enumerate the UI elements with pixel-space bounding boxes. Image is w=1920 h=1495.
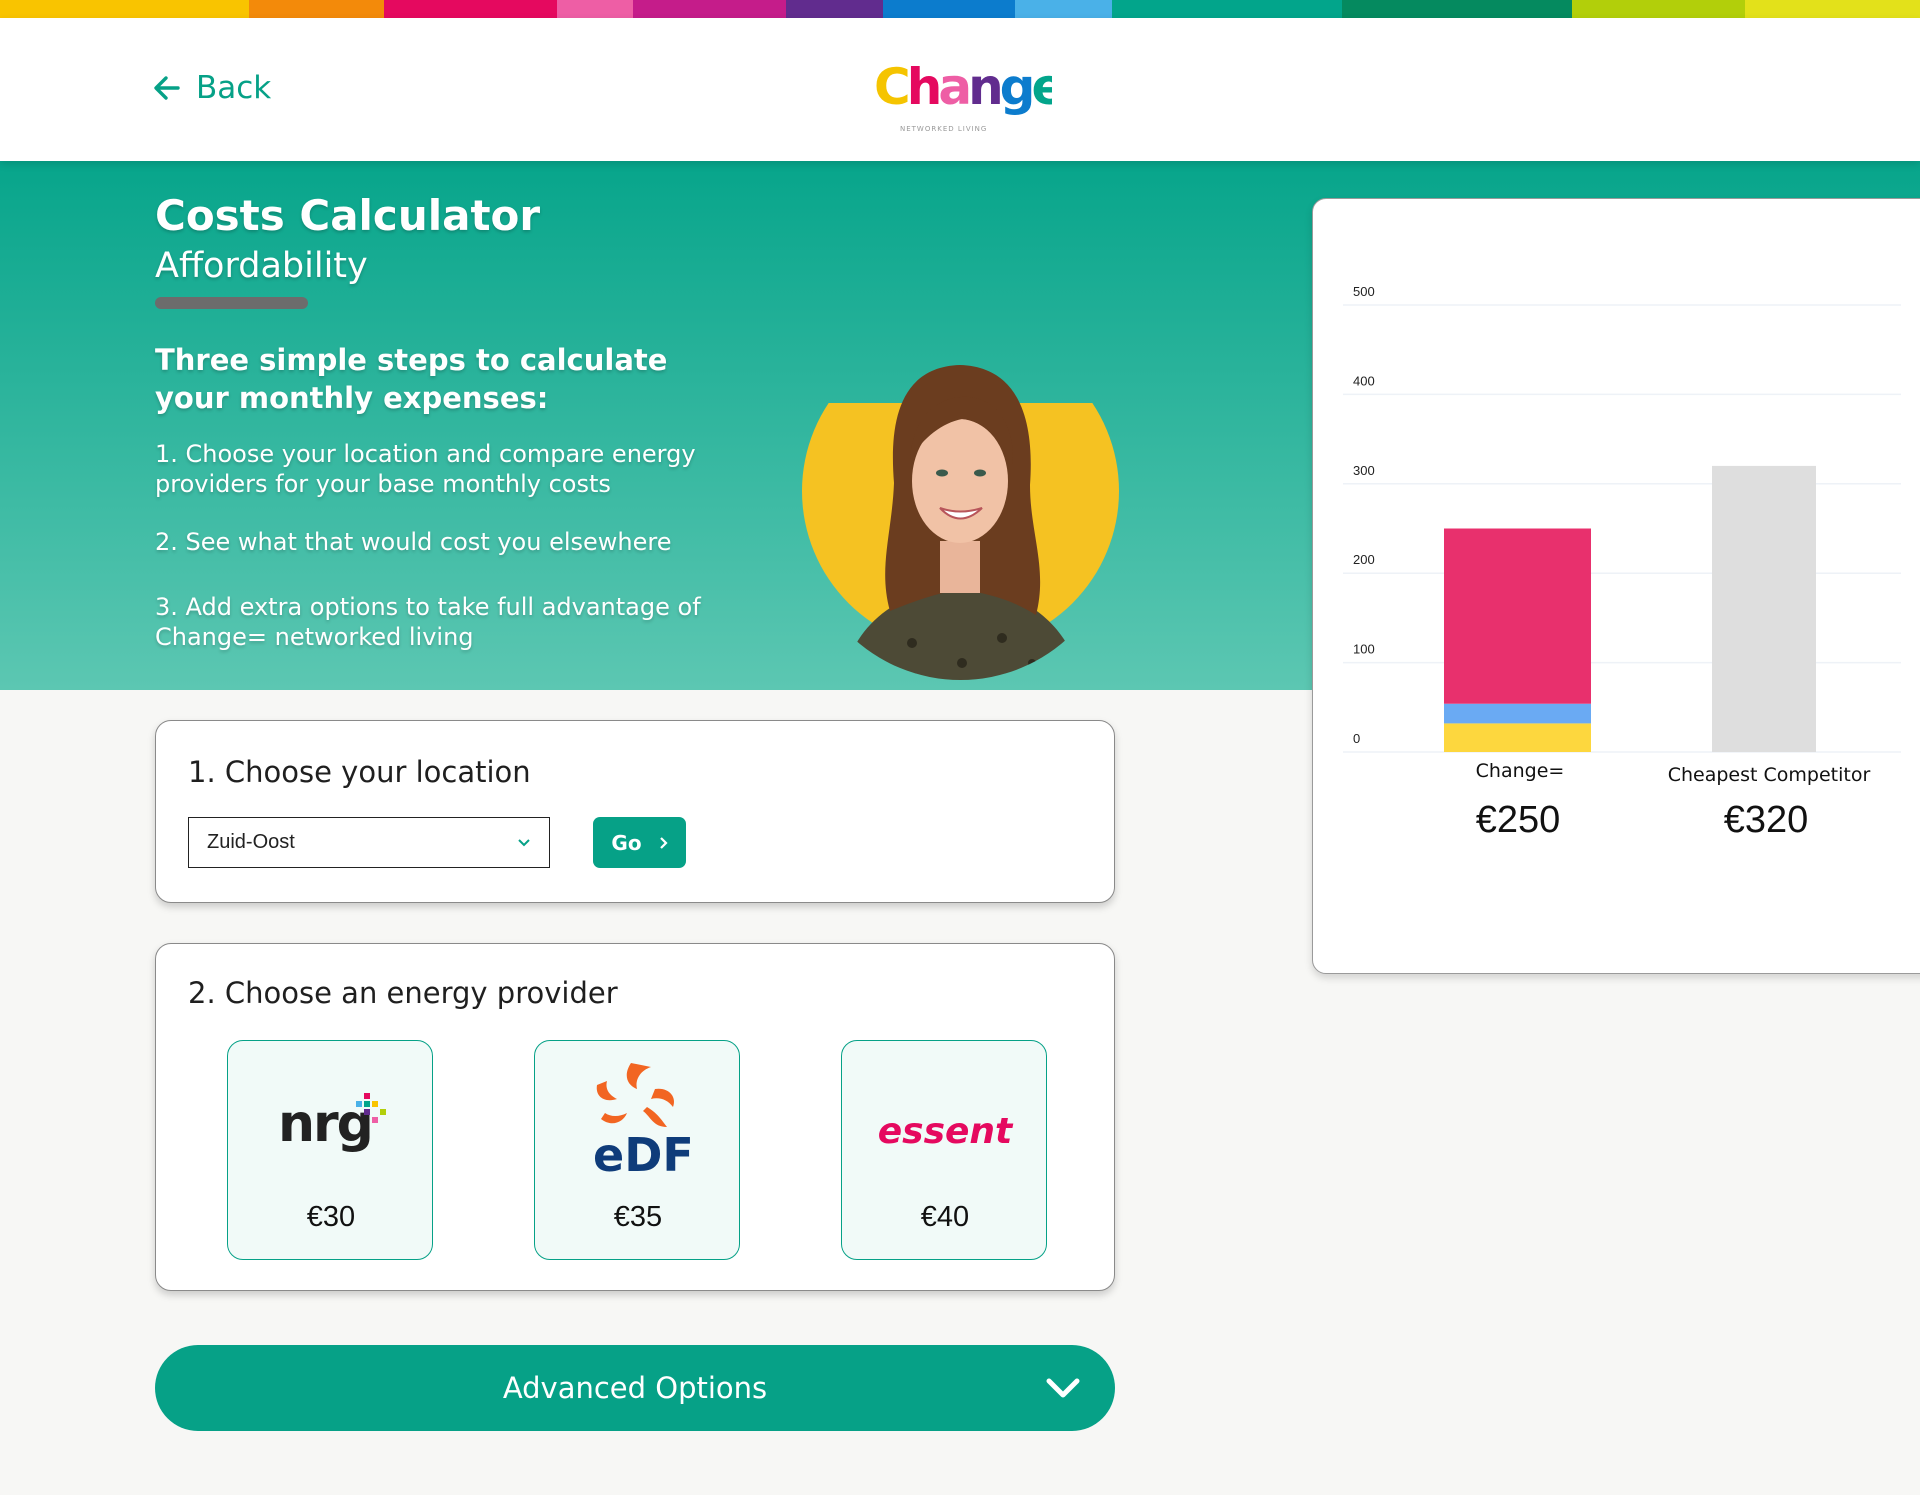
stripe-segment [383, 0, 557, 18]
provider-price: €35 [613, 1201, 663, 1233]
location-card-title: 1. Choose your location [188, 755, 531, 789]
bar-segment [1444, 528, 1591, 704]
provider-price: €40 [920, 1201, 970, 1233]
brand-color-stripe [0, 0, 1920, 18]
provider-tile-essent[interactable]: essent €40 [841, 1040, 1047, 1260]
svg-text:NETWORKED LIVING: NETWORKED LIVING [900, 125, 987, 133]
category-label-change: Change= [1475, 760, 1565, 782]
category-label-competitor: Cheapest Competitor [1667, 764, 1871, 786]
y-tick-label: 0 [1353, 731, 1360, 746]
stripe-segment [1572, 0, 1746, 18]
title-underline [155, 297, 308, 309]
provider-tile-nrg[interactable]: nrg €30 [227, 1040, 433, 1260]
y-tick-label: 300 [1353, 463, 1375, 478]
stripe-segment [1112, 0, 1343, 18]
arrow-left-icon [154, 76, 180, 100]
page-subtitle: Affordability [155, 246, 368, 286]
bar-segment [1444, 703, 1591, 724]
change-total-amount: €250 [1475, 799, 1561, 841]
stripe-segment [556, 0, 633, 18]
back-button[interactable]: Back [152, 70, 271, 106]
bar-chart: 0 100 200 300 400 500 [1343, 284, 1901, 753]
provider-price: €30 [306, 1201, 356, 1233]
stripe-segment [1342, 0, 1573, 18]
provider-card: 2. Choose an energy provider nrg €30 eDF [155, 943, 1115, 1291]
step-3-text: 3. Add extra options to take full advant… [155, 593, 701, 651]
nrg-logo: nrg [278, 1093, 386, 1154]
advisor-portrait [802, 365, 1119, 680]
stripe-segment [785, 0, 883, 18]
step-2-text: 2. See what that would cost you elsewher… [155, 528, 672, 556]
steps-heading: Three simple steps to calculate your mon… [155, 343, 668, 415]
stripe-segment [1015, 0, 1113, 18]
y-tick-label: 100 [1353, 642, 1375, 657]
competitor-total-amount: €320 [1723, 799, 1809, 841]
y-tick-label: 200 [1353, 552, 1375, 567]
stripe-segment [0, 0, 249, 18]
change-logo[interactable]: Change= NETWORKED LIVING [872, 56, 1052, 142]
top-header: Back Change= NETWORKED LIVING [0, 18, 1920, 161]
step-1-text: 1. Choose your location and compare ener… [155, 440, 696, 498]
stripe-segment [1745, 0, 1920, 18]
svg-text:Change=: Change= [874, 58, 1052, 116]
chevron-down-icon [1046, 1378, 1080, 1398]
advanced-options-label: Advanced Options [502, 1371, 768, 1405]
bar-segment [1712, 465, 1816, 752]
page-title: Costs Calculator [155, 191, 541, 240]
provider-tile-edf[interactable]: eDF €35 [534, 1040, 740, 1260]
stripe-segment [632, 0, 786, 18]
go-button-label: Go [611, 830, 642, 855]
location-card: 1. Choose your location Zuid-Oost Go [155, 720, 1115, 903]
go-button[interactable]: Go [593, 817, 686, 868]
bar-segment [1444, 723, 1591, 752]
edf-logo: eDF [593, 1063, 694, 1179]
location-select-value: Zuid-Oost [207, 831, 295, 853]
location-select[interactable]: Zuid-Oost [188, 817, 550, 868]
svg-text:essent: essent [878, 1111, 1014, 1152]
advanced-options-button[interactable]: Advanced Options [155, 1345, 1115, 1431]
stripe-segment [248, 0, 384, 18]
stripe-segment [882, 0, 1016, 18]
chevron-down-icon [518, 838, 530, 846]
cost-comparison-chart: 0 100 200 300 400 500 Change= Cheapest Compet… [1312, 198, 1920, 974]
chevron-right-icon [659, 836, 668, 849]
back-label: Back [196, 70, 272, 106]
y-tick-label: 500 [1353, 284, 1375, 299]
svg-text:eDF: eDF [593, 1128, 694, 1179]
y-tick-label: 400 [1353, 373, 1375, 388]
provider-card-title: 2. Choose an energy provider [188, 976, 618, 1010]
essent-logo: essent [878, 1111, 1014, 1152]
